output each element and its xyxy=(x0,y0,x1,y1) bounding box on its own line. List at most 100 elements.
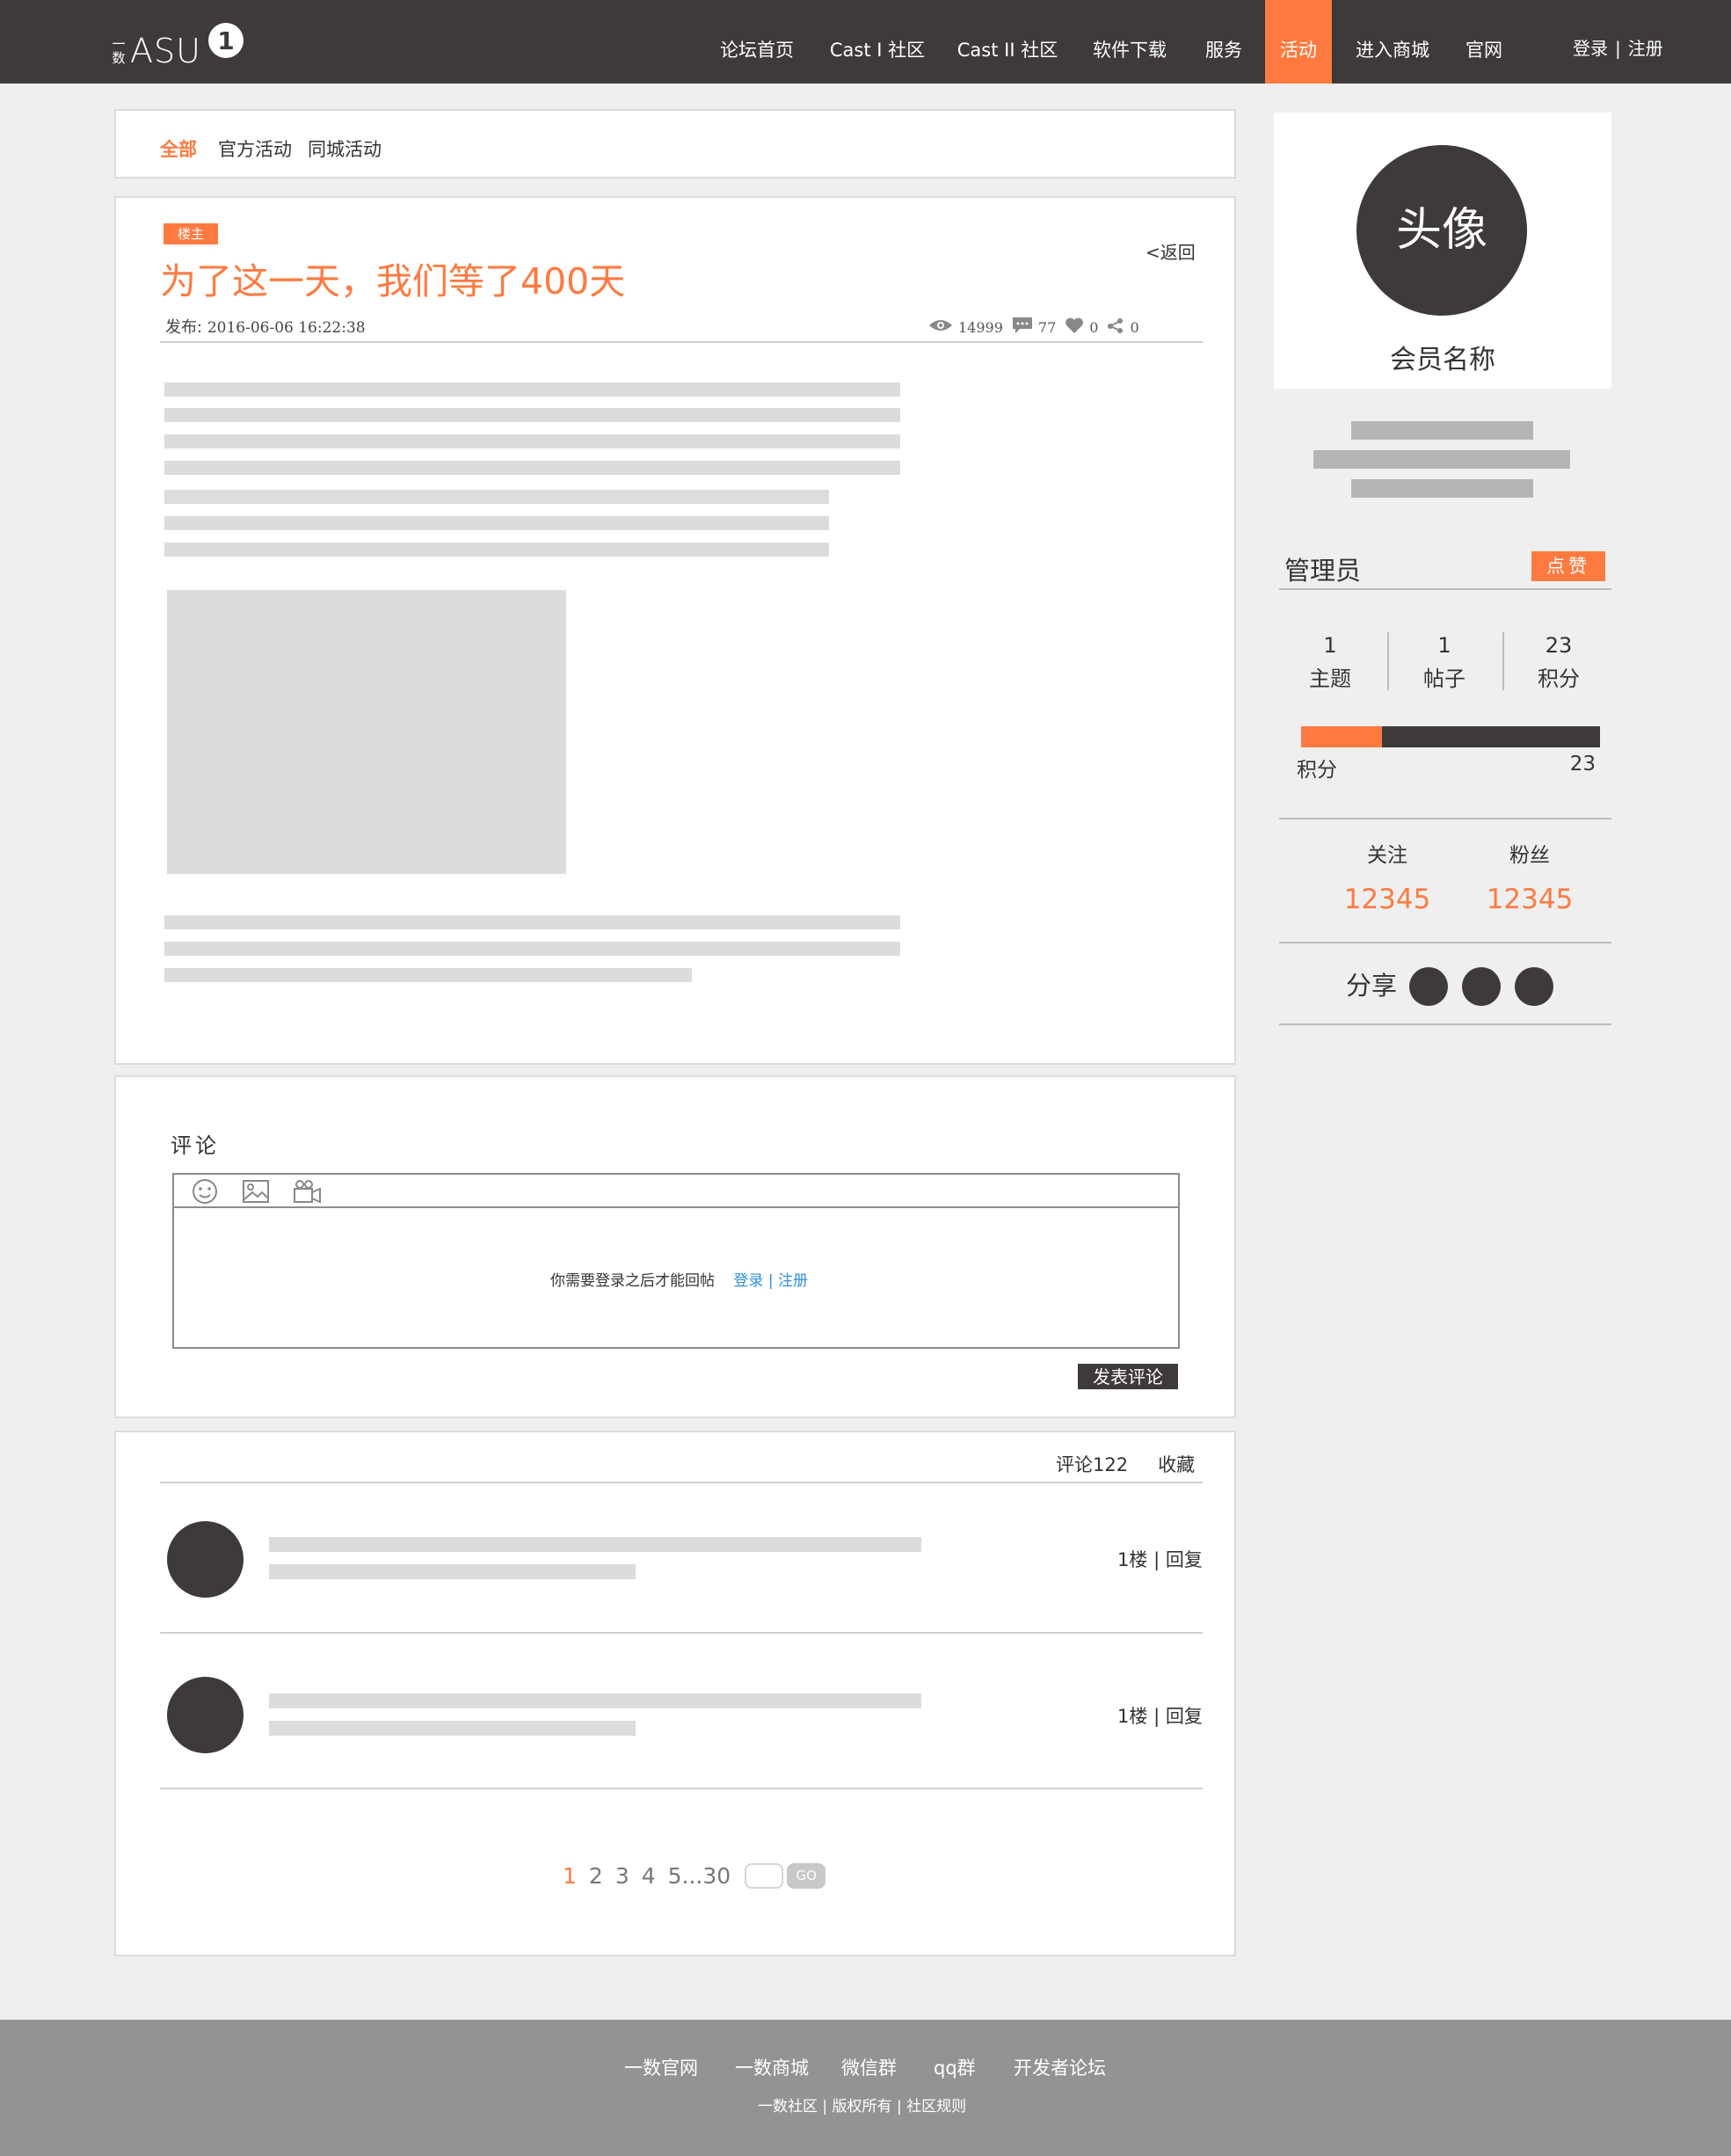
post-text-line xyxy=(164,915,900,929)
post-date-label: 发布: xyxy=(165,318,203,337)
footer xyxy=(0,2020,1731,2156)
sidebar-divider xyxy=(1279,1023,1611,1025)
prompt-register-link[interactable]: 注册 xyxy=(778,1272,808,1290)
stat-value: 23 xyxy=(1545,633,1573,658)
header-separator: | xyxy=(1615,38,1621,59)
reply-link[interactable]: 回复 xyxy=(1166,1549,1203,1570)
share-channel-icon[interactable] xyxy=(1462,967,1501,1006)
following-stat[interactable]: 关注 12345 xyxy=(1326,838,1449,915)
footer-link-official[interactable]: 一数官网 xyxy=(624,2054,698,2080)
stat-label: 主题 xyxy=(1309,666,1351,691)
following-label: 关注 xyxy=(1367,844,1407,867)
share-icon[interactable] xyxy=(1107,317,1124,338)
page-4[interactable]: 4 xyxy=(642,1863,656,1889)
floor-number: 1楼 xyxy=(1117,1549,1148,1570)
submit-comment-button[interactable]: 发表评论 xyxy=(1078,1364,1178,1389)
image-icon[interactable] xyxy=(241,1177,271,1205)
post-text-line xyxy=(164,942,900,956)
member-role: 管理员 xyxy=(1284,556,1362,586)
avatar[interactable] xyxy=(167,1521,244,1598)
page-3[interactable]: 3 xyxy=(615,1863,629,1889)
header-auth-links: 登录 | 注册 xyxy=(1569,0,1667,84)
likes-count: 0 xyxy=(1089,318,1099,336)
floor-separator: | xyxy=(1153,1549,1160,1570)
post-text-line xyxy=(164,434,900,448)
post-text-line xyxy=(164,490,829,504)
post-stats: 14999 77 0 0 xyxy=(928,315,1148,339)
comment-divider xyxy=(160,1788,1203,1789)
footer-link-shop[interactable]: 一数商城 xyxy=(735,2054,809,2080)
share-channel-icon[interactable] xyxy=(1409,967,1448,1006)
profile-info-bar xyxy=(1313,450,1570,469)
nav-service[interactable]: 服务 xyxy=(1191,0,1256,84)
go-button[interactable]: GO xyxy=(787,1862,826,1889)
footer-link-developers[interactable]: 开发者论坛 xyxy=(1014,2054,1106,2080)
points-progress-bar xyxy=(1301,726,1600,747)
filter-all[interactable]: 全部 xyxy=(160,109,197,178)
comment-divider xyxy=(160,1632,1203,1634)
stat-value: 1 xyxy=(1323,633,1337,658)
followers-label: 粉丝 xyxy=(1509,844,1550,867)
login-prompt-text: 你需要登录之后才能回帖 xyxy=(550,1272,715,1290)
favorite-link[interactable]: 收藏 xyxy=(1158,1454,1195,1475)
points-progress-value: 23 xyxy=(1569,753,1596,776)
post-text-line xyxy=(164,516,829,530)
share-label: 分享 xyxy=(1346,971,1398,1001)
sidebar-divider xyxy=(1279,818,1611,819)
editor-toolbar xyxy=(174,1175,1178,1208)
header-login-link[interactable]: 登录 xyxy=(1573,38,1608,59)
followers-stat[interactable]: 粉丝 12345 xyxy=(1468,838,1591,915)
prompt-separator: | xyxy=(767,1272,774,1290)
nav-forum-home[interactable]: 论坛首页 xyxy=(708,0,806,84)
filter-official[interactable]: 官方活动 xyxy=(218,109,292,178)
page-2[interactable]: 2 xyxy=(589,1863,603,1889)
nav-cast1-community[interactable]: Cast I 社区 xyxy=(822,0,933,84)
stat-topics: 1 主题 xyxy=(1282,629,1378,696)
following-count: 12345 xyxy=(1343,884,1431,915)
comment-count[interactable]: 评论122 xyxy=(1056,1454,1128,1475)
post-divider xyxy=(160,341,1203,343)
post-date: 发布: 2016-06-06 16:22:38 xyxy=(165,315,366,338)
comment-text-line xyxy=(269,1564,636,1579)
logo-word: ASU xyxy=(130,32,201,70)
avatar[interactable] xyxy=(167,1677,244,1753)
page-last[interactable]: 5...30 xyxy=(668,1863,731,1889)
prompt-login-link[interactable]: 登录 xyxy=(733,1272,763,1290)
owner-badge: 楼主 xyxy=(164,223,218,244)
views-count: 14999 xyxy=(958,318,1003,336)
nav-cast2-community[interactable]: Cast II 社区 xyxy=(949,0,1066,84)
share-channel-icon[interactable] xyxy=(1515,967,1553,1006)
post-title: 为了这一天，我们等了400天 xyxy=(160,260,626,302)
nav-shop[interactable]: 进入商城 xyxy=(1345,0,1440,84)
floor-number: 1楼 xyxy=(1117,1706,1148,1727)
back-link[interactable]: <返回 xyxy=(1146,238,1196,264)
post-text-line xyxy=(164,461,900,475)
login-required-prompt: 你需要登录之后才能回帖 登录 | 注册 xyxy=(550,1268,808,1290)
post-date-value: 2016-06-06 16:22:38 xyxy=(207,319,366,337)
page-1[interactable]: 1 xyxy=(563,1863,577,1889)
nav-activity[interactable]: 活动 xyxy=(1265,0,1332,84)
header-register-link[interactable]: 注册 xyxy=(1628,38,1663,59)
site-logo[interactable]: 一数 ASU 1 xyxy=(111,18,244,70)
profile-info-bar xyxy=(1351,421,1533,440)
footer-link-qq[interactable]: qq群 xyxy=(934,2054,976,2080)
points-progress-label: 积分 xyxy=(1297,759,1337,782)
footer-link-wechat[interactable]: 微信群 xyxy=(841,2054,897,2080)
like-button[interactable]: 点赞 xyxy=(1531,551,1605,581)
page-number-input[interactable] xyxy=(745,1862,784,1889)
member-name[interactable]: 会员名称 xyxy=(1274,338,1611,376)
comment-text-line xyxy=(269,1693,921,1708)
comment-floor: 1楼 | 回复 xyxy=(1117,1546,1203,1572)
stat-value: 1 xyxy=(1437,633,1451,658)
pagination: 1 2 3 4 5...30 GO xyxy=(563,1861,826,1890)
reply-link[interactable]: 回复 xyxy=(1166,1706,1203,1727)
profile-avatar[interactable]: 头像 xyxy=(1356,145,1527,316)
emoji-icon[interactable] xyxy=(190,1177,220,1205)
post-text-line xyxy=(164,543,829,557)
filter-local[interactable]: 同城活动 xyxy=(308,109,382,178)
comment-text-line xyxy=(269,1537,921,1552)
comment-icon xyxy=(1012,317,1033,338)
nav-software-download[interactable]: 软件下载 xyxy=(1083,0,1176,84)
nav-official-site[interactable]: 官网 xyxy=(1456,0,1512,84)
video-icon[interactable] xyxy=(292,1177,322,1205)
